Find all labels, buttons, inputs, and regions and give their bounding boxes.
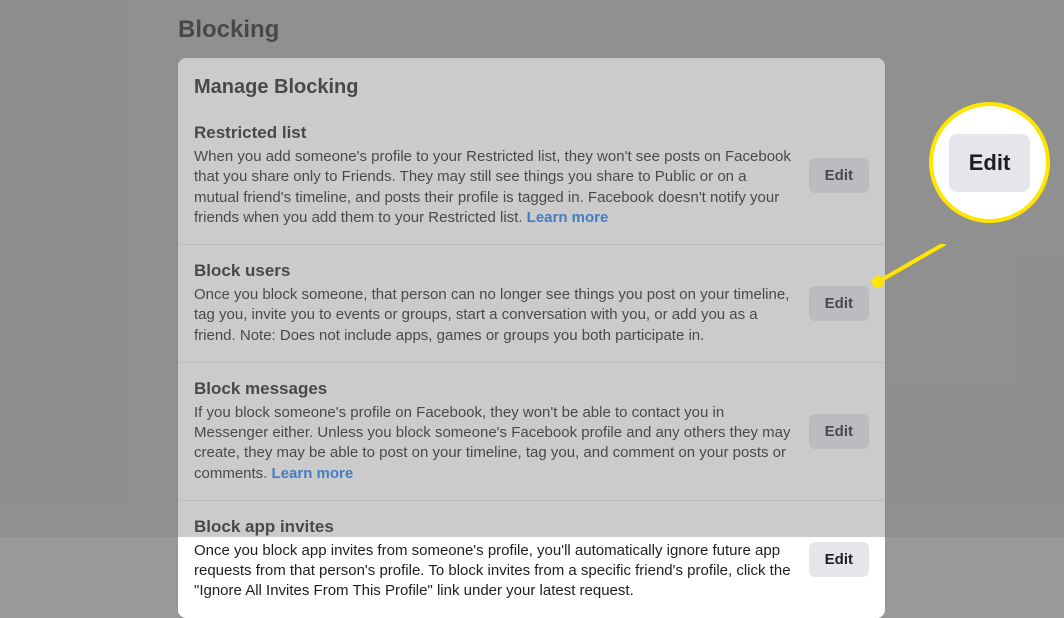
card-heading: Manage Blocking	[178, 58, 885, 123]
learn-more-link[interactable]: Learn more	[272, 465, 354, 482]
section-content: Block messages If you block someone's pr…	[194, 379, 793, 484]
section-block-app-invites: Block app invites Once you block app inv…	[178, 500, 885, 618]
learn-more-link[interactable]: Learn more	[527, 209, 609, 226]
callout-edit-button[interactable]: Edit	[949, 134, 1031, 192]
blocking-card: Manage Blocking Restricted list When you…	[178, 58, 885, 618]
section-restricted-list: Restricted list When you add someone's p…	[178, 123, 885, 244]
section-title: Block app invites	[194, 517, 793, 537]
section-desc-text: Once you block someone, that person can …	[194, 286, 789, 344]
edit-button-users[interactable]: Edit	[809, 286, 869, 321]
section-desc: When you add someone's profile to your R…	[194, 147, 793, 228]
section-desc: If you block someone's profile on Facebo…	[194, 403, 793, 484]
section-title: Restricted list	[194, 123, 793, 143]
section-desc: Once you block someone, that person can …	[194, 285, 793, 346]
section-title: Block messages	[194, 379, 793, 399]
section-block-users: Block users Once you block someone, that…	[178, 244, 885, 362]
callout-circle: Edit	[929, 102, 1050, 223]
section-content: Block app invites Once you block app inv…	[194, 517, 793, 602]
section-desc: Once you block app invites from someone'…	[194, 541, 793, 602]
page-title: Blocking	[178, 16, 279, 44]
edit-button-app-invites[interactable]: Edit	[809, 542, 869, 577]
section-content: Block users Once you block someone, that…	[194, 261, 793, 346]
section-block-messages: Block messages If you block someone's pr…	[178, 362, 885, 500]
section-title: Block users	[194, 261, 793, 281]
edit-button-restricted[interactable]: Edit	[809, 158, 869, 193]
section-content: Restricted list When you add someone's p…	[194, 123, 793, 228]
edit-button-messages[interactable]: Edit	[809, 414, 869, 449]
section-desc-text: When you add someone's profile to your R…	[194, 148, 791, 226]
section-desc-text: Once you block app invites from someone'…	[194, 542, 791, 600]
